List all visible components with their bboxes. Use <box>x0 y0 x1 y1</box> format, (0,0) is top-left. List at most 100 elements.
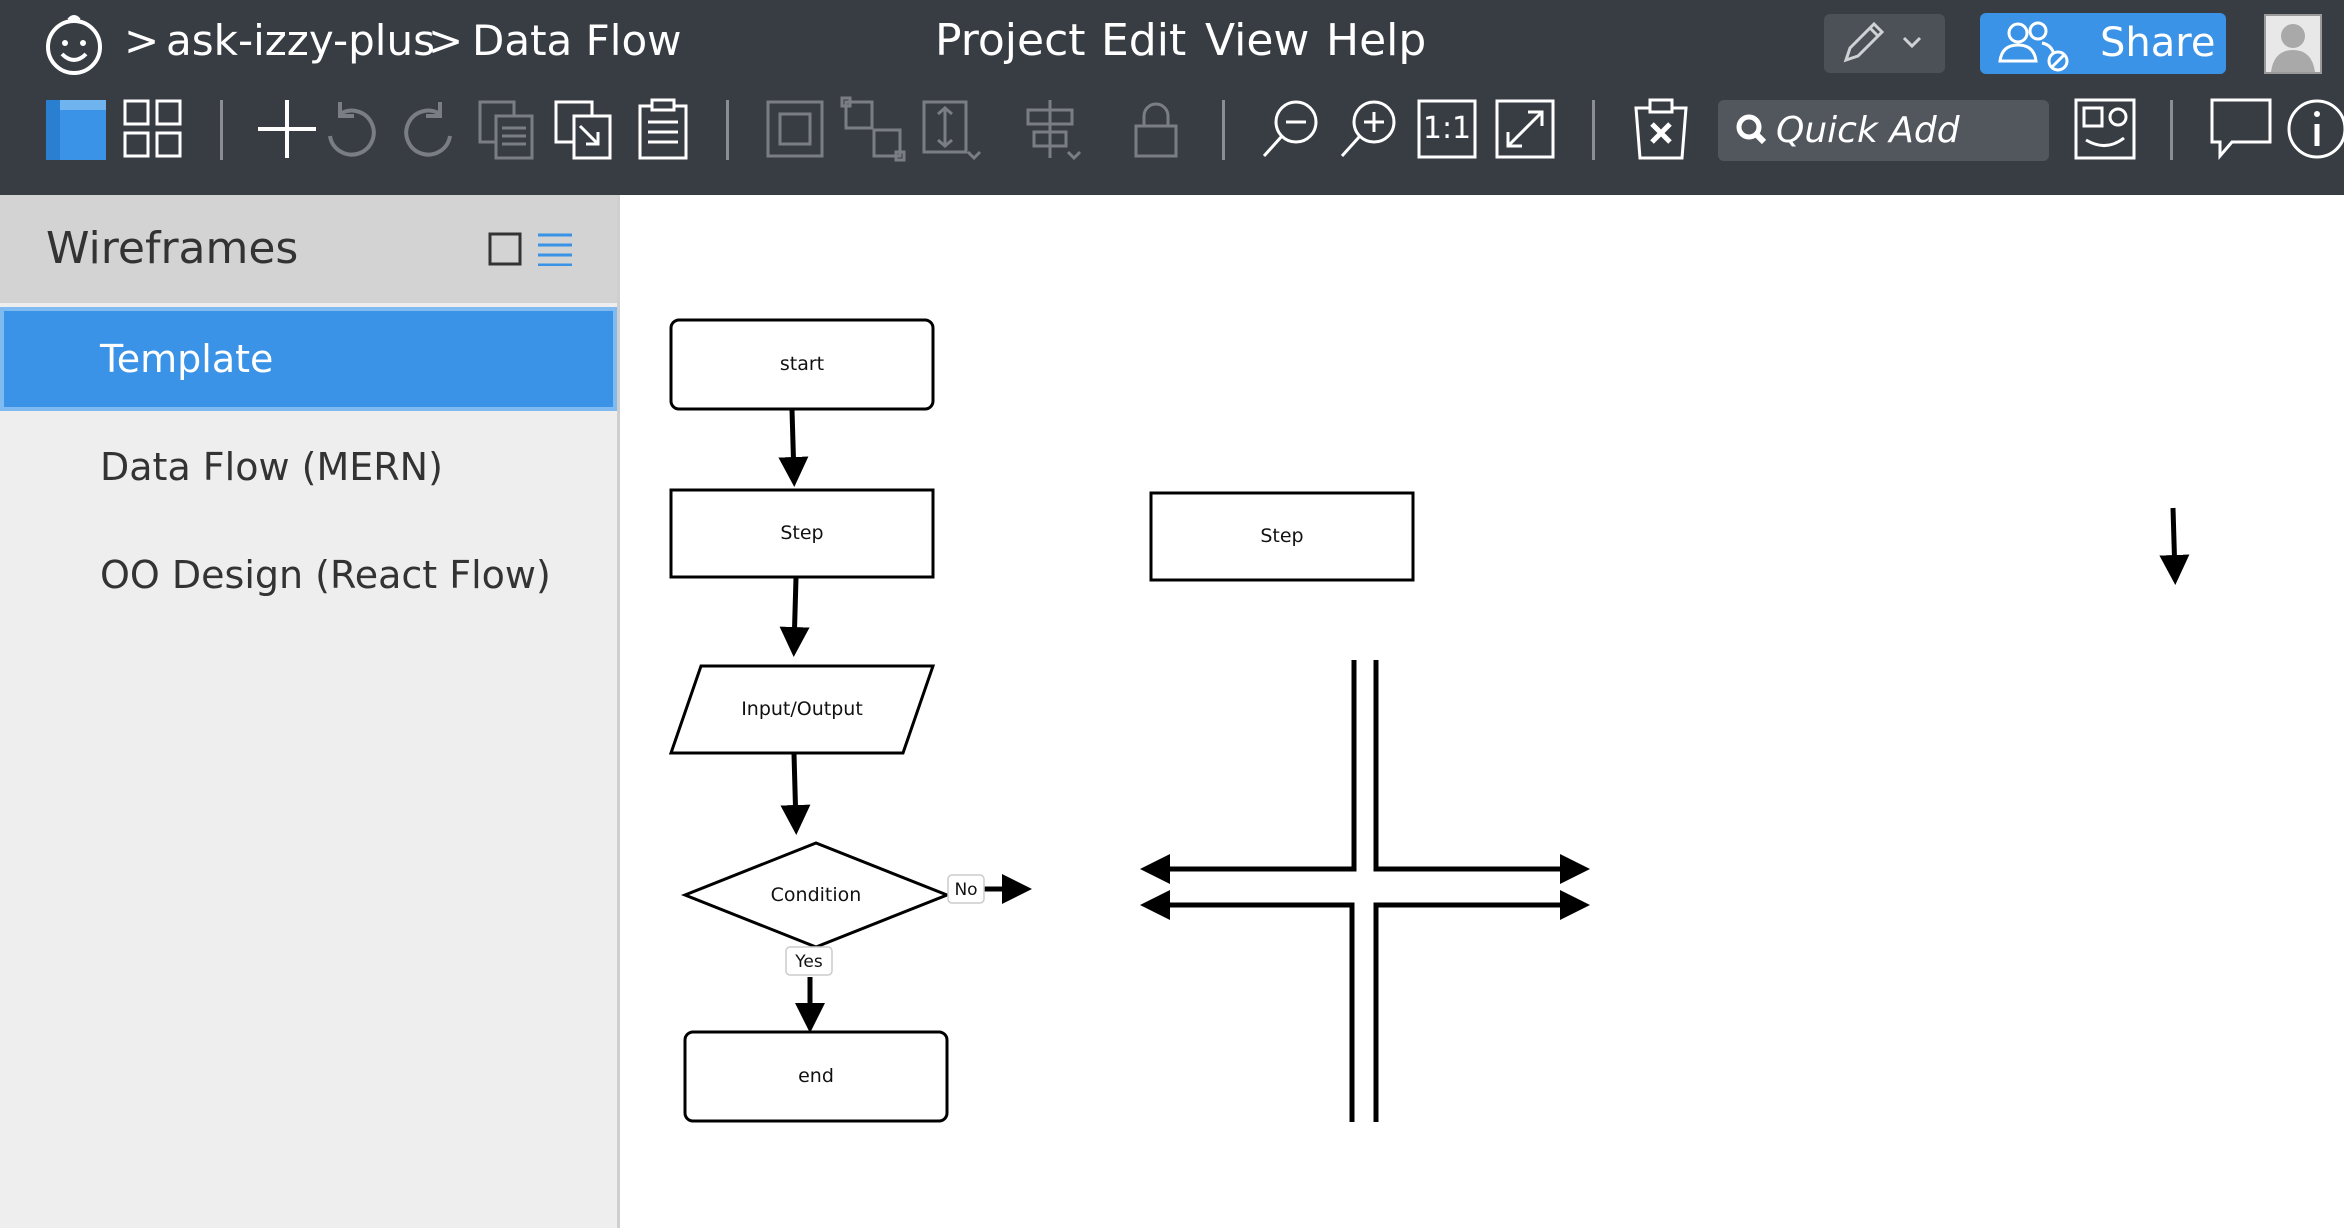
ungroup-icon <box>840 96 906 162</box>
zoom-in-icon <box>1340 100 1396 158</box>
fullscreen-icon <box>1495 99 1555 159</box>
single-view-button[interactable] <box>44 96 110 162</box>
paste-into-icon <box>554 100 612 160</box>
clipboard-button[interactable] <box>630 96 696 162</box>
condition-label: Condition <box>771 884 862 906</box>
top-bar: > ask-izzy-plus > Data Flow Project Edit… <box>0 0 2344 195</box>
connector-arrow[interactable] <box>1140 890 1355 1122</box>
step-label: Step <box>1260 525 1303 547</box>
sidebar-item-label: OO Design (React Flow) <box>100 553 551 597</box>
clear-clipboard-icon <box>1634 98 1688 160</box>
breadcrumb-separator: > <box>124 16 160 65</box>
zoom-out-button[interactable] <box>1258 96 1324 162</box>
start-label: start <box>780 353 824 375</box>
connector-arrow[interactable] <box>1140 660 1357 884</box>
fullscreen-button[interactable] <box>1492 96 1558 162</box>
avatar[interactable] <box>2264 14 2322 74</box>
page-title[interactable]: Data Flow <box>472 10 682 72</box>
breadcrumb-project[interactable]: ask-izzy-plus <box>166 10 435 72</box>
yes-label: Yes <box>794 952 823 972</box>
ungroup-button[interactable] <box>840 96 906 162</box>
wireframe-canvas[interactable]: start Step Input/Output Condition No Yes <box>620 195 2344 1228</box>
list-view-icon[interactable] <box>536 232 574 266</box>
toolbar-divider <box>726 100 729 160</box>
connector-arrow[interactable] <box>780 753 811 835</box>
connector-arrow[interactable] <box>778 409 809 487</box>
connector-arrow[interactable] <box>1373 660 1590 884</box>
zoom-in-button[interactable] <box>1336 96 1402 162</box>
search-icon <box>1736 114 1767 145</box>
end-node[interactable]: end <box>683 1030 949 1123</box>
actual-size-label: 1:1 <box>1422 111 1472 146</box>
sidebar-header: Wireframes <box>0 195 617 303</box>
media-library-button[interactable] <box>2072 96 2138 162</box>
sidebar-item-data-flow-mern[interactable]: Data Flow (MERN) <box>0 415 617 519</box>
quick-add-field[interactable] <box>1718 100 2049 161</box>
menu-view[interactable]: View <box>1205 10 1309 72</box>
user-avatar-icon <box>2271 24 2315 72</box>
clipboard-icon <box>638 98 688 160</box>
standalone-arrow[interactable] <box>2159 507 2190 585</box>
edit-mode-button[interactable] <box>1824 14 1945 73</box>
grid-view-button[interactable] <box>120 96 186 162</box>
start-node[interactable]: start <box>669 318 935 411</box>
align-button[interactable] <box>1020 96 1086 162</box>
input-output-node[interactable]: Input/Output <box>668 664 936 755</box>
info-icon <box>2287 99 2344 159</box>
toolbar-divider <box>1222 100 1225 160</box>
sidebar-item-label: Template <box>100 337 274 381</box>
resize-button[interactable] <box>918 96 984 162</box>
sidebar-item-oo-design[interactable]: OO Design (React Flow) <box>0 523 617 627</box>
undo-icon <box>328 102 376 157</box>
media-library-icon <box>2074 98 2136 160</box>
no-label-badge: No <box>947 874 985 904</box>
toolbar-divider <box>220 100 223 160</box>
quick-add-input[interactable] <box>1776 100 2036 161</box>
undo-button[interactable] <box>318 96 384 162</box>
share-button[interactable]: Share <box>1980 13 2226 74</box>
clear-clipboard-button[interactable] <box>1628 96 1694 162</box>
yes-label-badge: Yes <box>785 946 833 976</box>
info-button[interactable] <box>2284 96 2344 162</box>
group-button[interactable] <box>762 96 828 162</box>
redo-button[interactable] <box>396 96 462 162</box>
group-icon <box>766 100 824 158</box>
align-icon <box>1026 100 1082 161</box>
crossing-connectors[interactable] <box>1140 660 1590 1122</box>
paste-into-button[interactable] <box>552 96 618 162</box>
step-node[interactable]: Step <box>1149 491 1415 582</box>
add-button[interactable] <box>254 96 320 162</box>
breadcrumb-separator: > <box>428 16 464 65</box>
menu-help[interactable]: Help <box>1326 10 1426 72</box>
share-users-icon <box>1998 21 2069 72</box>
menu-project[interactable]: Project <box>935 10 1086 72</box>
menu-edit[interactable]: Edit <box>1101 10 1186 72</box>
lock-button[interactable] <box>1124 96 1190 162</box>
comment-button[interactable] <box>2208 96 2274 162</box>
add-icon <box>258 100 316 158</box>
step-node[interactable]: Step <box>669 488 935 579</box>
input-output-label: Input/Output <box>741 698 863 720</box>
sidebar-title: Wireframes <box>46 223 299 274</box>
no-label: No <box>954 880 977 900</box>
toolbar-divider <box>2170 100 2173 160</box>
comment-icon <box>2210 98 2272 161</box>
thumbnail-view-icon[interactable] <box>488 232 522 266</box>
grid-view-icon <box>123 99 182 158</box>
actual-size-button[interactable]: 1:1 <box>1414 96 1480 162</box>
pencil-icon <box>1843 21 1922 63</box>
connector-arrow[interactable] <box>779 577 810 657</box>
sidebar-item-template[interactable]: Template <box>0 307 617 411</box>
wireframes-sidebar: Wireframes Template Data Flow (MERN) OO … <box>0 195 620 1228</box>
sidebar-item-label: Data Flow (MERN) <box>100 445 443 489</box>
zoom-out-icon <box>1262 100 1318 158</box>
copy-icon <box>478 100 534 160</box>
end-label: end <box>798 1065 834 1087</box>
single-view-icon <box>46 100 106 160</box>
connector-arrow[interactable] <box>1373 890 1590 1122</box>
step-label: Step <box>780 522 823 544</box>
condition-node[interactable]: Condition <box>680 841 952 949</box>
chevron-down-icon <box>1902 36 1922 49</box>
copy-button[interactable] <box>474 96 540 162</box>
smiley-logo-icon[interactable] <box>43 14 105 76</box>
